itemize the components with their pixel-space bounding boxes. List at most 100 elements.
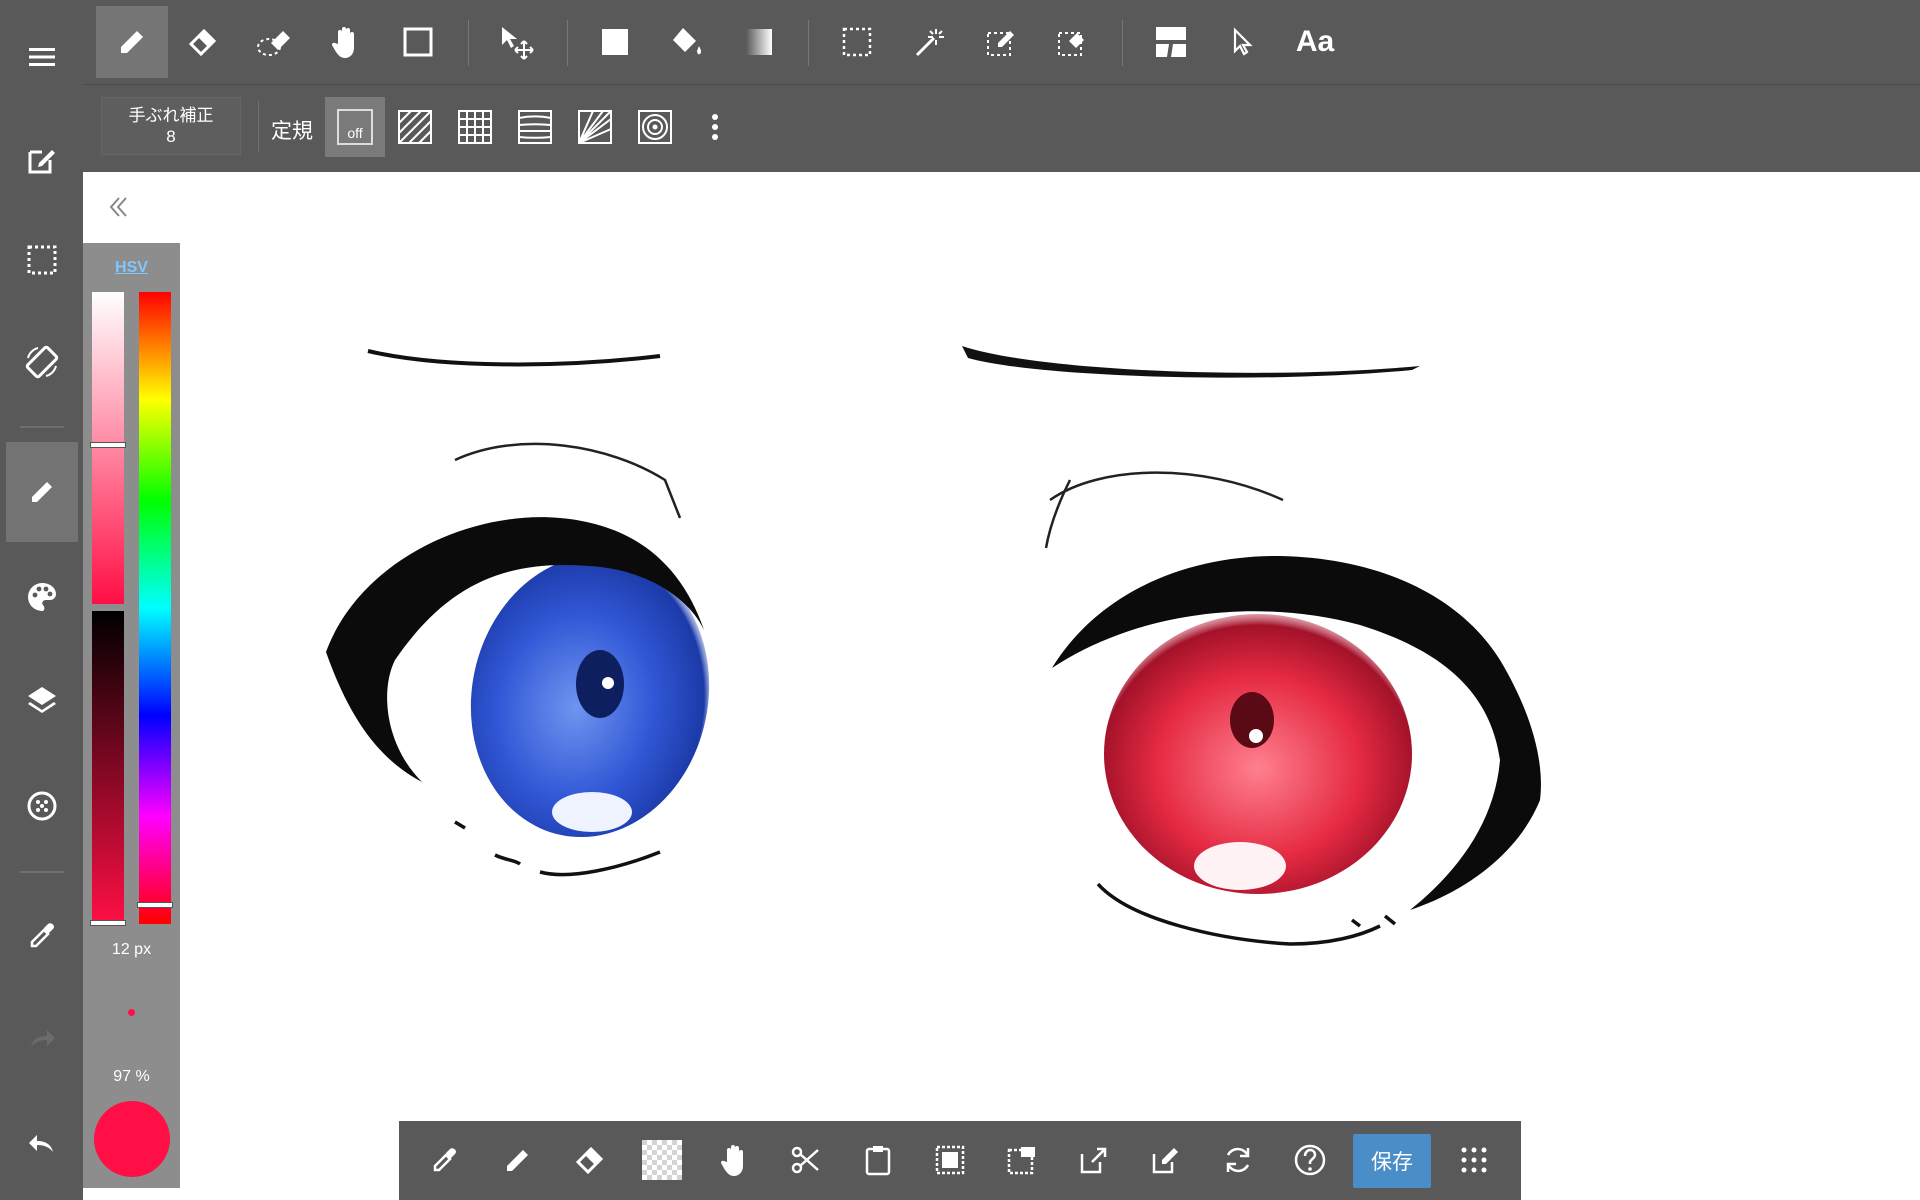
concentric-circle-icon <box>638 110 672 144</box>
clipboard-icon <box>865 1146 891 1176</box>
eyedropper-icon <box>433 1148 456 1172</box>
blur-tool[interactable] <box>239 6 311 78</box>
ruler-concentric[interactable] <box>625 97 685 157</box>
layers-icon <box>28 687 56 713</box>
menu-button[interactable] <box>6 7 78 107</box>
perspective-lines-icon <box>578 110 612 144</box>
external-edit-icon <box>1152 1148 1178 1174</box>
export-button[interactable] <box>1135 1129 1197 1191</box>
deselect-button[interactable] <box>991 1129 1053 1191</box>
gradient-tool[interactable] <box>723 6 795 78</box>
ruler-horizontal[interactable] <box>505 97 565 157</box>
stabilizer-label: 手ぶれ補正 <box>128 106 214 125</box>
rotate-screen-icon <box>25 345 59 379</box>
more-options-button[interactable] <box>685 97 745 157</box>
move-tool[interactable] <box>481 6 553 78</box>
pencil-icon <box>507 1150 528 1171</box>
stabilizer-control[interactable]: 手ぶれ補正 8 <box>101 97 241 155</box>
collapse-panel-button[interactable] <box>108 194 130 220</box>
ruler-off-label: off <box>347 125 363 141</box>
move-arrow-icon <box>502 27 534 60</box>
select-eraser-tool[interactable] <box>1036 6 1108 78</box>
eraser-tool[interactable] <box>167 6 239 78</box>
eraser-button[interactable] <box>559 1129 621 1191</box>
eyedropper-icon <box>30 923 54 948</box>
deselect-icon <box>1007 1147 1035 1175</box>
pencil-icon <box>121 31 143 53</box>
hand-icon <box>720 1145 743 1176</box>
materials-button[interactable] <box>6 756 78 856</box>
text-tool[interactable]: Aa <box>1279 6 1351 78</box>
redo-button[interactable] <box>6 990 78 1090</box>
ruler-grid[interactable] <box>445 97 505 157</box>
hue-slider[interactable] <box>139 292 171 924</box>
select-rect-icon <box>842 27 872 57</box>
right-eye-highlight <box>1194 842 1286 890</box>
frame-tool[interactable] <box>1135 6 1207 78</box>
pen-tool[interactable] <box>96 6 168 78</box>
hue-handle[interactable] <box>137 901 173 908</box>
color-mode-link[interactable]: HSV <box>83 259 180 277</box>
select-all-icon <box>935 1145 965 1175</box>
current-color-swatch[interactable] <box>94 1101 170 1177</box>
pen-button[interactable] <box>487 1129 549 1191</box>
diagonal-lines-icon <box>398 110 432 144</box>
pointer-icon <box>1233 27 1253 56</box>
sub-toolbar: 手ぶれ補正 8 定規 off <box>83 85 1920 172</box>
value-handle[interactable] <box>90 920 126 926</box>
undo-button[interactable] <box>6 1093 78 1193</box>
color-palette-button[interactable] <box>6 547 78 647</box>
brush-size-value[interactable]: 12 px <box>83 941 180 959</box>
magic-wand-tool[interactable] <box>893 6 965 78</box>
grid-icon <box>458 110 492 144</box>
redo-icon <box>31 1030 55 1047</box>
stabilizer-value: 8 <box>166 127 176 146</box>
hand-button[interactable] <box>704 1129 766 1191</box>
select-all-button[interactable] <box>919 1129 981 1191</box>
saturation-slider[interactable] <box>92 292 124 604</box>
fill-rect-tool[interactable] <box>579 6 651 78</box>
ruler-off-button[interactable]: off <box>325 97 385 157</box>
drawing-canvas[interactable] <box>83 172 1920 1200</box>
edit-canvas-button[interactable] <box>6 110 78 210</box>
hamburger-menu-icon <box>29 48 55 66</box>
ruler-perspective[interactable] <box>565 97 625 157</box>
ruler-parallel-diagonal[interactable] <box>385 97 445 157</box>
blur-icon <box>257 31 290 56</box>
app-menu-button[interactable] <box>1443 1129 1505 1191</box>
selection-button[interactable] <box>6 210 78 310</box>
saturation-handle[interactable] <box>90 441 126 448</box>
panel-divider-icon <box>1156 27 1186 57</box>
paste-button[interactable] <box>847 1129 909 1191</box>
canvas-artwork <box>326 346 1541 946</box>
select-pen-icon <box>987 31 1014 56</box>
select-tool[interactable] <box>821 6 893 78</box>
hand-tool[interactable] <box>310 6 382 78</box>
right-eye-sparkle <box>1249 729 1263 743</box>
undo-icon <box>29 1135 53 1152</box>
select-pen-tool[interactable] <box>965 6 1037 78</box>
shape-tool[interactable] <box>382 6 454 78</box>
toolbar-separator <box>258 101 259 153</box>
color-panel: HSV 12 px 97 % <box>83 243 180 1188</box>
transparent-color-button[interactable] <box>631 1129 693 1191</box>
layers-button[interactable] <box>6 650 78 750</box>
save-button[interactable]: 保存 <box>1353 1134 1431 1188</box>
eyedropper-button[interactable] <box>414 1129 476 1191</box>
transform-icon <box>1080 1147 1107 1174</box>
transform-button[interactable] <box>1063 1129 1125 1191</box>
eyedropper-button[interactable] <box>6 886 78 986</box>
rotate-canvas-button[interactable] <box>6 312 78 412</box>
opacity-value[interactable]: 97 % <box>83 1068 180 1086</box>
operation-tool[interactable] <box>1207 6 1279 78</box>
left-eye-sparkle <box>602 677 614 689</box>
rotate-button[interactable] <box>1207 1129 1269 1191</box>
help-button[interactable] <box>1279 1129 1341 1191</box>
value-slider[interactable] <box>92 611 124 924</box>
brush-button[interactable] <box>6 442 78 542</box>
bucket-tool[interactable] <box>651 6 723 78</box>
ruler-off-icon: off <box>337 109 373 145</box>
cut-button[interactable] <box>775 1129 837 1191</box>
hand-icon <box>331 27 354 58</box>
toolbar-separator <box>808 20 809 66</box>
